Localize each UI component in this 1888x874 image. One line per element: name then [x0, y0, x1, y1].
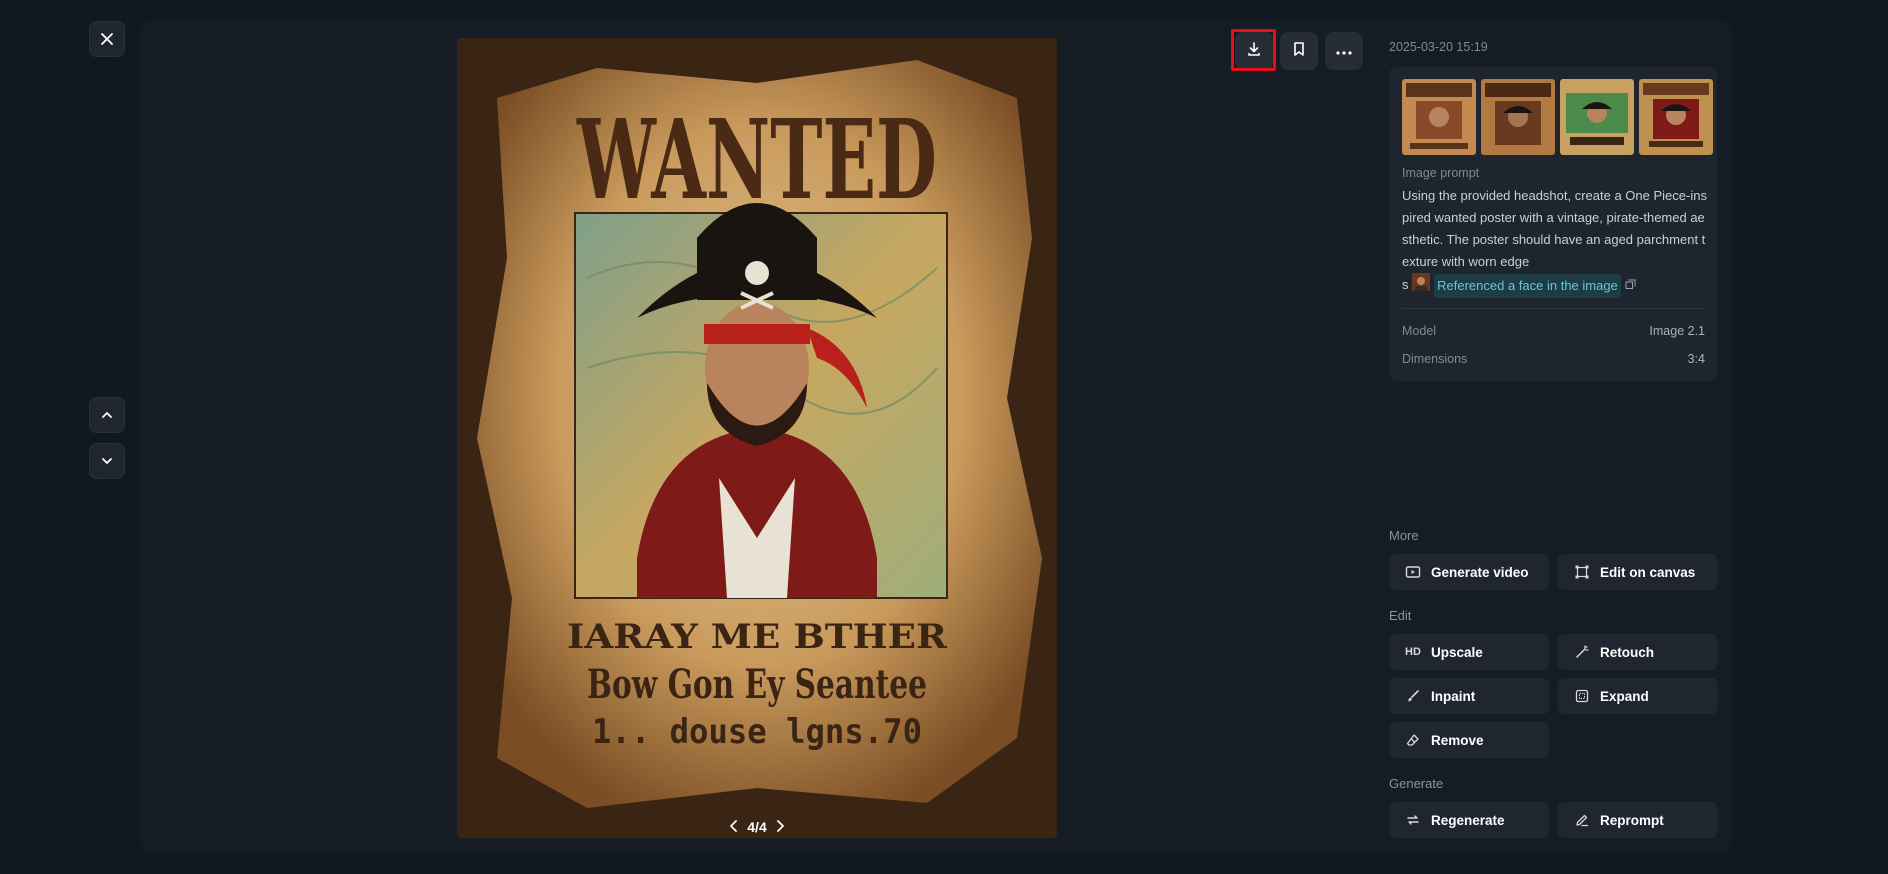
expand-icon	[1574, 688, 1590, 704]
upscale-button[interactable]: HD Upscale	[1389, 634, 1549, 670]
video-icon	[1405, 564, 1421, 580]
pencil-icon	[1574, 812, 1590, 828]
poster-line-1: IARAY ME BTHER	[567, 617, 948, 657]
generated-image[interactable]: WANTED IARAY ME BTHER Bow Gon Ey Seantee…	[457, 38, 1057, 838]
edit-on-canvas-label: Edit on canvas	[1600, 564, 1696, 580]
copy-icon[interactable]	[1625, 275, 1636, 297]
model-value: Image 2.1	[1649, 324, 1705, 338]
model-row: Model Image 2.1	[1402, 324, 1705, 338]
remove-button[interactable]: Remove	[1389, 722, 1549, 758]
next-image-button[interactable]	[89, 443, 125, 479]
edit-section-label: Edit	[1389, 608, 1412, 623]
chevron-left-icon[interactable]	[729, 819, 739, 835]
ellipsis-icon	[1336, 42, 1352, 60]
inpaint-label: Inpaint	[1431, 688, 1476, 704]
details-divider	[1402, 308, 1705, 309]
thumbnail-3[interactable]	[1560, 79, 1634, 155]
previous-image-button[interactable]	[89, 397, 125, 433]
poster-line-3: 1.. douse lgns.70	[592, 712, 922, 752]
brush-icon	[1405, 688, 1421, 704]
expand-label: Expand	[1600, 688, 1649, 704]
wanted-poster-artwork: WANTED IARAY ME BTHER Bow Gon Ey Seantee…	[457, 38, 1057, 838]
magic-wand-icon	[1574, 644, 1590, 660]
prompt-text-block: Using the provided headshot, create a On…	[1402, 185, 1708, 298]
generate-video-label: Generate video	[1431, 564, 1529, 580]
image-pager: 4/4	[722, 815, 792, 839]
dimensions-row: Dimensions 3:4	[1402, 352, 1705, 366]
chevron-right-icon[interactable]	[775, 819, 785, 835]
download-button[interactable]	[1235, 32, 1273, 70]
more-section-label: More	[1389, 528, 1419, 543]
model-label: Model	[1402, 324, 1437, 338]
bookmark-button[interactable]	[1280, 32, 1318, 70]
thumbnail-1[interactable]	[1402, 79, 1476, 155]
download-icon	[1246, 41, 1262, 62]
regenerate-label: Regenerate	[1431, 812, 1505, 828]
prompt-text: Using the provided headshot, create a On…	[1402, 188, 1707, 269]
dimensions-label: Dimensions	[1402, 352, 1468, 366]
prompt-label: Image prompt	[1402, 166, 1480, 180]
bookmark-icon	[1292, 41, 1306, 62]
generation-timestamp: 2025-03-20 15:19	[1389, 40, 1488, 54]
generate-video-button[interactable]: Generate video	[1389, 554, 1549, 590]
retouch-label: Retouch	[1600, 644, 1654, 660]
edit-on-canvas-button[interactable]: Edit on canvas	[1558, 554, 1718, 590]
thumbnail-2[interactable]	[1481, 79, 1555, 155]
chevron-up-icon	[100, 408, 114, 422]
reprompt-label: Reprompt	[1600, 812, 1664, 828]
eraser-icon	[1405, 732, 1421, 748]
hd-badge-icon: HD	[1405, 646, 1421, 658]
remove-label: Remove	[1431, 732, 1484, 748]
reprompt-button[interactable]: Reprompt	[1558, 802, 1718, 838]
thumbnail-4[interactable]	[1639, 79, 1713, 155]
retouch-button[interactable]: Retouch	[1558, 634, 1718, 670]
close-icon	[99, 31, 115, 47]
canvas-icon	[1574, 564, 1590, 580]
page-indicator: 4/4	[747, 819, 767, 835]
close-button[interactable]	[89, 21, 125, 57]
chevron-down-icon	[100, 454, 114, 468]
inpaint-button[interactable]: Inpaint	[1389, 678, 1549, 714]
prompt-text-tail: s	[1402, 276, 1409, 292]
regenerate-icon	[1405, 812, 1421, 828]
upscale-label: Upscale	[1431, 644, 1483, 660]
thumbnail-strip	[1402, 79, 1713, 155]
expand-button[interactable]: Expand	[1558, 678, 1718, 714]
regenerate-button[interactable]: Regenerate	[1389, 802, 1549, 838]
face-reference-chip[interactable]: Referenced a face in the image	[1412, 273, 1636, 298]
generate-section-label: Generate	[1389, 776, 1444, 791]
poster-line-2: Bow Gon Ey Seantee	[587, 661, 927, 708]
face-reference-link[interactable]: Referenced a face in the image	[1434, 273, 1621, 298]
dimensions-value: 3:4	[1687, 352, 1705, 366]
image-details-card: Image prompt Using the provided headshot…	[1389, 67, 1717, 381]
more-options-button[interactable]	[1325, 32, 1363, 70]
face-reference-thumbnail	[1412, 273, 1431, 298]
